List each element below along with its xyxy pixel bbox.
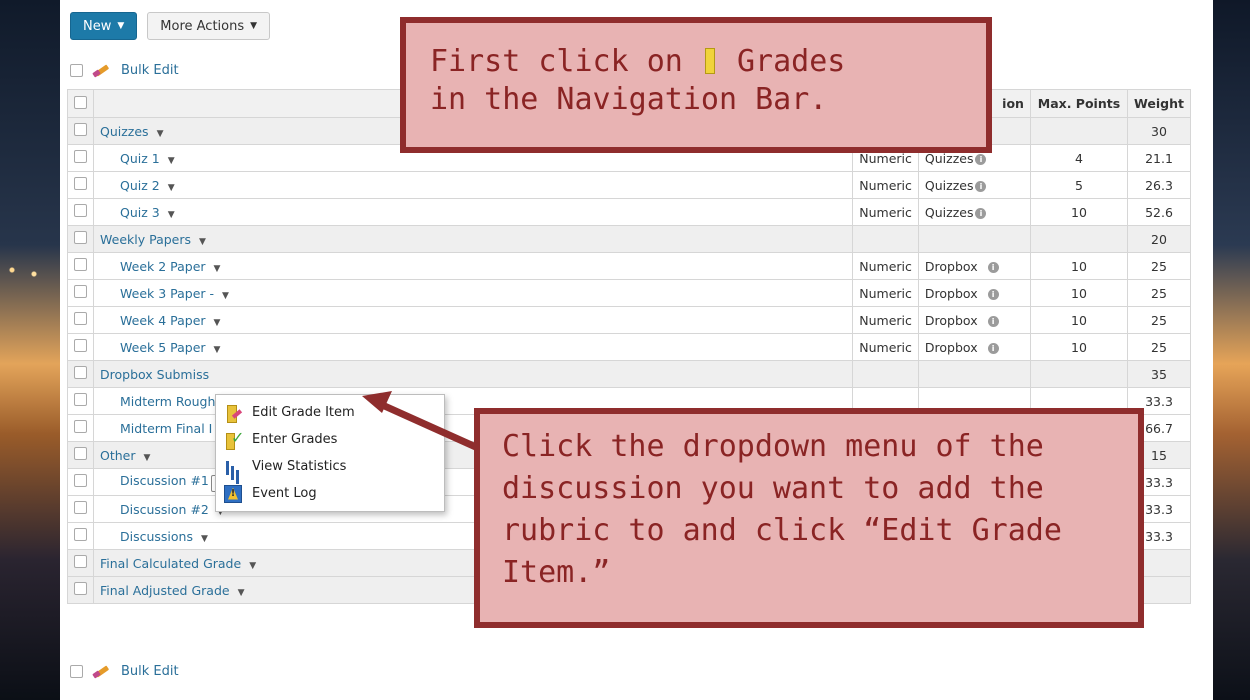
pointer-arrow	[362, 391, 480, 452]
arrow-shaft	[378, 400, 480, 452]
